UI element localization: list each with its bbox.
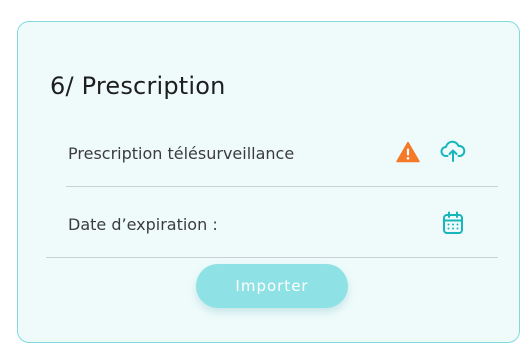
import-button[interactable]: Importer	[196, 264, 348, 308]
row-divider	[66, 186, 498, 187]
calendar-icon[interactable]	[442, 211, 464, 235]
cloud-upload-icon[interactable]	[440, 139, 466, 163]
prescription-telesurveillance-label: Prescription télésurveillance	[68, 144, 295, 163]
expiration-date-label: Date d’expiration :	[68, 215, 218, 234]
warning-icon	[396, 141, 420, 163]
section-title: 6/ Prescription	[50, 72, 226, 100]
section-divider	[46, 257, 498, 258]
